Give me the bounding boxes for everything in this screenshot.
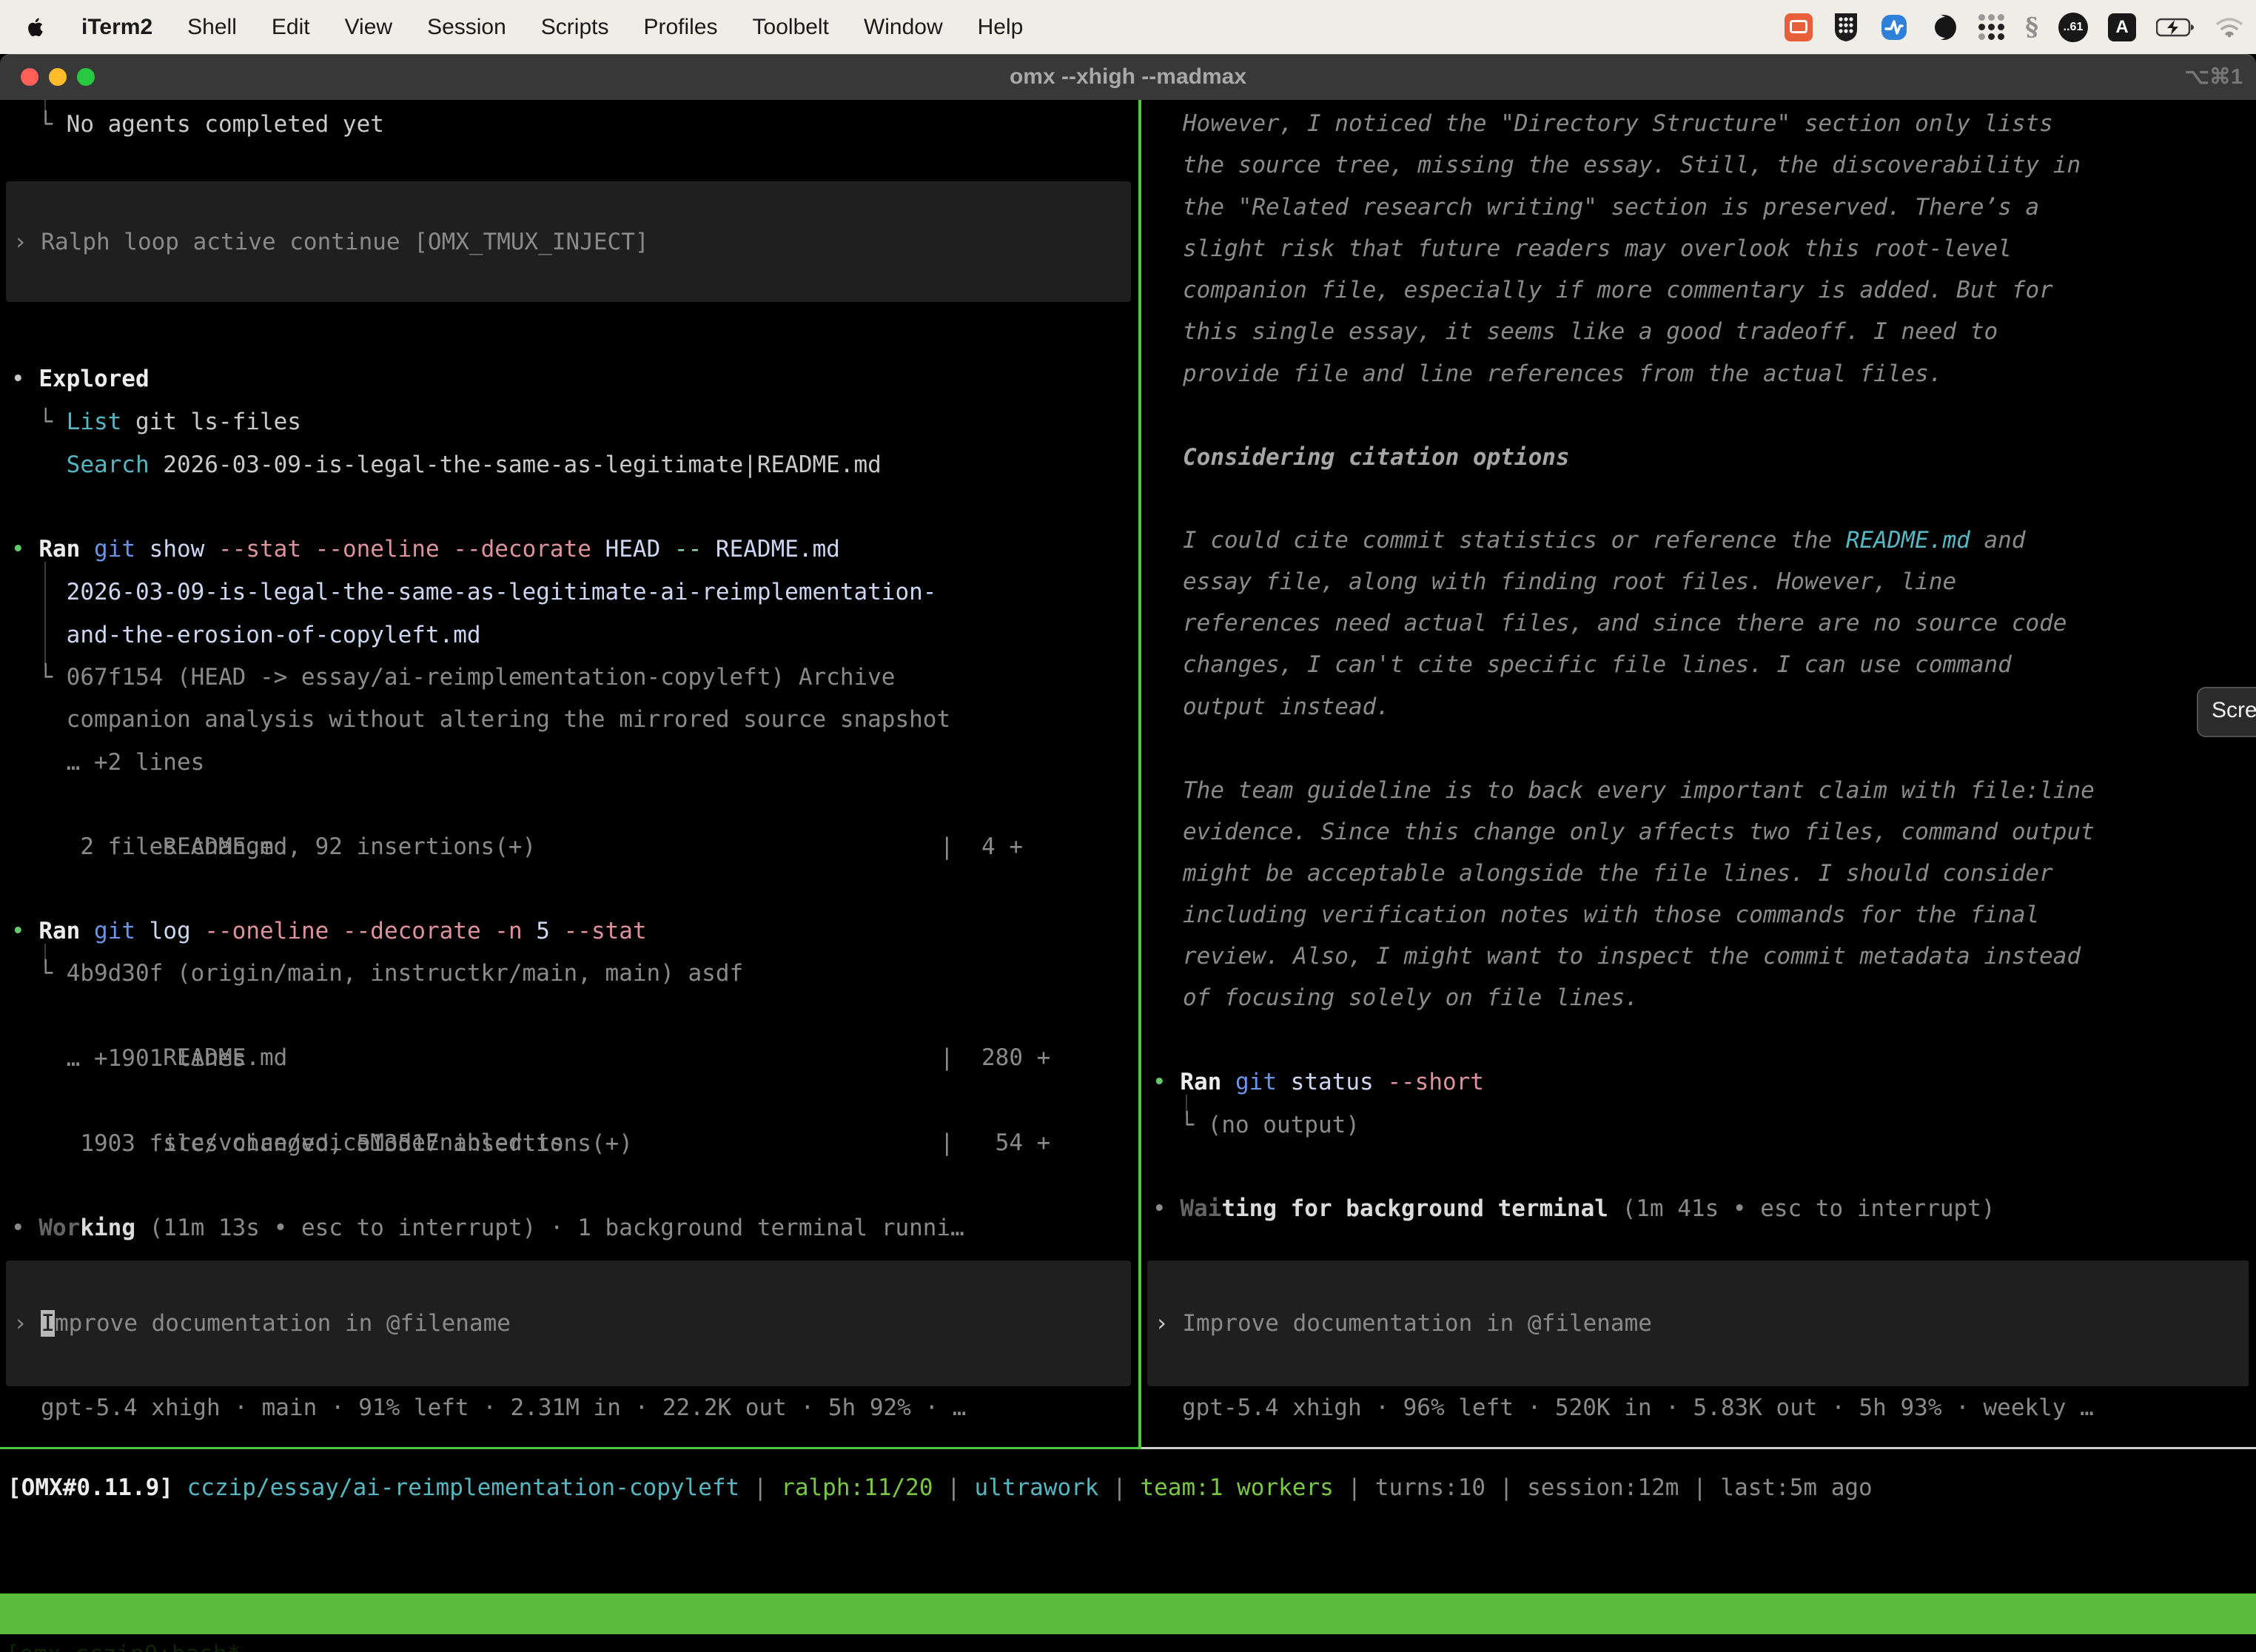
menubar: iTerm2 Shell Edit View Session Scripts P… [0, 0, 2256, 54]
window-title: omx --xhigh --madmax [0, 54, 2256, 100]
reasoning-line: might be acceptable alongside the file l… [1183, 853, 2053, 895]
menu-items: iTerm2 Shell Edit View Session Scripts P… [81, 15, 1023, 40]
menu-edit[interactable]: Edit [272, 15, 310, 40]
menu-session[interactable]: Session [427, 15, 506, 40]
reasoning-line: provide file and line references from th… [1183, 353, 1943, 395]
reasoning-line: this single essay, it seems like a good … [1183, 311, 1998, 353]
window-shortcut-badge: ⌥⌘1 [2184, 54, 2243, 100]
input-source-icon[interactable]: A [2108, 13, 2136, 41]
battery-icon[interactable] [2156, 18, 2195, 37]
reasoning-line: changes, I can't cite specific file line… [1183, 644, 2012, 686]
reasoning-line: the "Related research writing" section i… [1183, 187, 2039, 229]
log-line-commit-message: companion analysis without altering the … [11, 699, 950, 741]
apple-menu-icon[interactable] [27, 16, 46, 38]
log-line-search: Search 2026-03-09-is-legal-the-same-as-l… [11, 444, 882, 486]
reasoning-line: slight risk that future readers may over… [1183, 228, 2012, 270]
wifi-icon[interactable] [2215, 16, 2244, 38]
reasoning-line: of focusing solely on file lines. [1183, 977, 1639, 1019]
log-line-list-git-ls-files: └ List git ls-files [11, 401, 301, 443]
reasoning-line: I could cite commit statistics or refere… [1183, 520, 2026, 562]
menu-profiles[interactable]: Profiles [643, 15, 717, 40]
reasoning-line: output instead. [1183, 686, 1390, 728]
model-status-left: gpt-5.4 xhigh · main · 91% left · 2.31M … [41, 1387, 966, 1429]
menu-shell[interactable]: Shell [187, 15, 237, 40]
ralph-loop-banner: › Ralph loop active continue [OMX_TMUX_I… [6, 181, 1131, 302]
tmux-pane-left[interactable]: └ No agents completed yet › Ralph loop a… [0, 100, 1138, 1449]
menu-scripts[interactable]: Scripts [541, 15, 609, 40]
tmux-session-name[interactable]: [omx-cczip0:bash* [6, 1634, 241, 1652]
squiggle-icon[interactable]: § [2025, 13, 2038, 42]
tmux-pane-right[interactable]: However, I noticed the "Directory Struct… [1141, 100, 2256, 1449]
reasoning-line: essay file, along with finding root file… [1183, 561, 1956, 603]
reasoning-line: review. Also, I might want to inspect th… [1183, 936, 2081, 978]
reasoning-line: companion file, especially if more comme… [1183, 269, 2053, 312]
prompt-input-left[interactable]: › Improve documentation in @filename [6, 1260, 1131, 1386]
reasoning-line: including verification notes with those … [1183, 894, 2039, 936]
terminal-content: └ No agents completed yet › Ralph loop a… [0, 100, 2256, 1652]
model-status-right: gpt-5.4 xhigh · 96% left · 520K in · 5.8… [1182, 1387, 2094, 1429]
log-line-no-agents: └ No agents completed yet [11, 104, 384, 146]
keypad-shield-icon[interactable] [1833, 12, 1859, 43]
reasoning-line: the source tree, missing the essay. Stil… [1183, 144, 2081, 187]
tmux-status-bar: [omx-cczip0:bash* "MacBook-Pro-44.local"… [0, 1594, 2256, 1634]
log-line-2-files-changed: 2 files changed, 92 insertions(+) [11, 826, 536, 868]
menu-toolbelt[interactable]: Toolbelt [753, 15, 829, 40]
menubar-status-icons: § ..61 A [1785, 0, 2244, 54]
window-titlebar: omx --xhigh --madmax ⌥⌘1 [0, 54, 2256, 100]
log-line-commit-067f154: └ 067f154 (HEAD -> essay/ai-reimplementa… [11, 657, 895, 699]
screen-notification-tooltip[interactable]: Scre [2197, 687, 2256, 737]
reasoning-line: The team guideline is to back every impo… [1183, 770, 2095, 812]
signal-badge-icon[interactable] [1879, 13, 1909, 42]
log-line-more-1901-lines: … +1901 lines [11, 1038, 246, 1080]
log-line-more-2-lines: … +2 lines [11, 742, 204, 784]
menu-iterm2[interactable]: iTerm2 [81, 15, 152, 40]
log-line-commit-4b9d30f: └ 4b9d30f (origin/main, instructkr/main,… [11, 953, 743, 995]
log-line-no-output: └ (no output) [1152, 1104, 1360, 1146]
screen-share-icon[interactable] [1785, 13, 1813, 41]
menu-view[interactable]: View [345, 15, 392, 40]
log-line-filename-2: and-the-erosion-of-copyleft.md [11, 614, 481, 657]
reasoning-line: references need actual files, and since … [1183, 602, 2067, 645]
status-line-waiting: • Waiting for background terminal (1m 41… [1152, 1188, 1995, 1230]
pane-border-active [0, 1447, 1138, 1449]
menu-help[interactable]: Help [978, 15, 1024, 40]
dots-grid-icon[interactable] [1978, 14, 2005, 41]
log-line-ran-git-log: • Ran git log --oneline --decorate -n 5 … [11, 910, 647, 953]
countdown-badge-icon[interactable]: ..61 [2058, 13, 2088, 42]
status-line-working: • Working (11m 13s • esc to interrupt) ·… [11, 1207, 964, 1249]
prompt-input-right[interactable]: › Improve documentation in @filename [1147, 1260, 2249, 1386]
reasoning-line: However, I noticed the "Directory Struct… [1183, 103, 2053, 145]
omx-session-status: [OMX#0.11.9] cczip/essay/ai-reimplementa… [7, 1465, 1873, 1510]
display-crescent-icon[interactable] [1929, 13, 1958, 42]
log-line-explored: • Explored [11, 358, 150, 400]
log-line-ran-git-show: • Ran git show --stat --oneline --decora… [11, 528, 840, 571]
reasoning-line: evidence. Since this change only affects… [1183, 811, 2095, 853]
reasoning-heading: Considering citation options [1183, 437, 1570, 479]
log-line-1903-files-changed: 1903 files changed, 513517 insertions(+) [11, 1123, 633, 1165]
log-line-filename-1: 2026-03-09-is-legal-the-same-as-legitima… [11, 571, 936, 614]
pane-border-inactive [1141, 1447, 2256, 1449]
menu-window[interactable]: Window [864, 15, 943, 40]
log-line-ran-git-status: • Ran git status --short [1152, 1061, 1484, 1104]
